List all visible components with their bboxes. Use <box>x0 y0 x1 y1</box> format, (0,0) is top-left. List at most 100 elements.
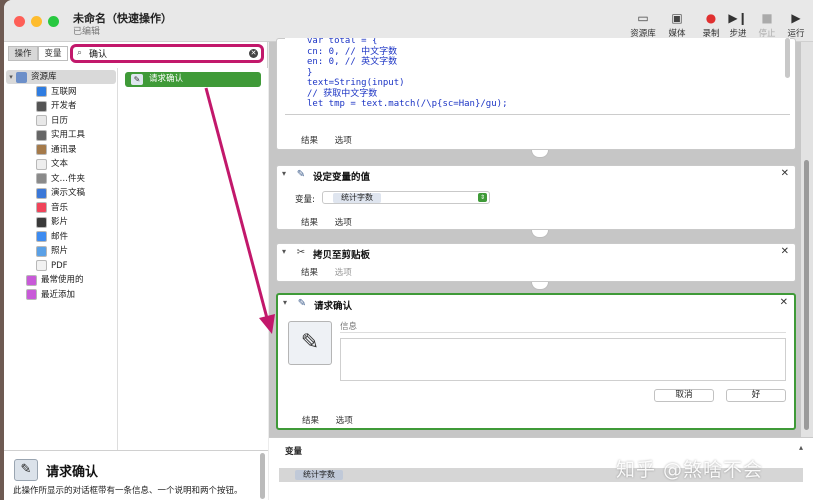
tools-icon <box>36 100 47 112</box>
search-input[interactable] <box>89 47 239 60</box>
explanation-field[interactable] <box>340 338 786 381</box>
library-category-label: 影片 <box>51 217 69 227</box>
collapse-chevron-icon[interactable]: ▾ <box>283 298 287 307</box>
tab-variables[interactable]: 变量 <box>38 46 68 61</box>
message-field[interactable] <box>340 321 786 333</box>
results-toggle[interactable]: 结果 <box>301 136 318 146</box>
library-category-item[interactable]: 开发者 <box>36 99 77 113</box>
code-line: en: 0, // 英文字数 <box>307 57 398 67</box>
ask-confirmation-icon: ✎ <box>131 74 143 85</box>
card-header: ▾ ✂ 拷贝至剪贴板 ✕ <box>277 244 795 262</box>
library-category-item[interactable]: 最常使用的 <box>26 273 84 287</box>
card-footer: 结果 选项 <box>302 414 367 426</box>
library-icon <box>16 71 27 83</box>
photos-icon <box>36 245 47 257</box>
close-window-button[interactable] <box>14 16 25 27</box>
script-scrollbar[interactable] <box>785 38 790 78</box>
variable-chip[interactable]: 统计字数 <box>295 470 343 480</box>
run-icon: ▶ <box>791 11 801 25</box>
utilities-icon <box>36 129 47 141</box>
script-action-card: var total = {cn: 0, // 中文字数 en: 0, // 英文字… <box>276 38 796 150</box>
library-category-label: 最常使用的 <box>41 275 84 285</box>
search-box[interactable]: ⌕ ✕ <box>70 44 264 63</box>
library-category-label: 最近添加 <box>41 289 76 300</box>
library-category-item[interactable]: 文本 <box>36 157 68 171</box>
cancel-button[interactable]: 取消 <box>654 389 714 402</box>
options-toggle[interactable]: 选项 <box>336 416 353 426</box>
library-category-item[interactable]: 影片 <box>36 215 68 229</box>
collapse-chevron-icon[interactable]: ▴ <box>799 443 803 452</box>
ok-button[interactable]: 好 <box>726 389 786 402</box>
library-category-label: 邮件 <box>51 231 69 242</box>
folder-icon <box>36 173 47 184</box>
toolbar-button-library[interactable]: ▭ 资源库 <box>625 9 661 41</box>
options-toggle[interactable]: 选项 <box>335 136 352 146</box>
library-category-label: 文…件夹 <box>51 173 86 184</box>
toolbar-button-media[interactable]: ▣ 媒体 <box>659 9 695 41</box>
card-connector <box>531 282 549 290</box>
most-used-icon <box>26 274 37 286</box>
card-title: 请求确认 <box>314 301 353 312</box>
globe-icon <box>36 86 47 97</box>
options-toggle[interactable]: 选项 <box>335 218 352 228</box>
tab-actions[interactable]: 操作 <box>8 46 38 61</box>
close-icon[interactable]: ✕ <box>781 246 789 257</box>
library-category-item[interactable]: 演示文稿 <box>36 186 85 200</box>
library-category-label: 音乐 <box>51 202 69 213</box>
dialog-icon-well[interactable]: ✎ <box>288 321 332 365</box>
collapse-chevron-icon[interactable]: ▾ <box>282 169 286 178</box>
options-toggle[interactable]: 选项 <box>335 268 352 278</box>
action-item-label: 请求确认 <box>149 74 184 84</box>
description-title: 请求确认 <box>46 465 99 480</box>
disclosure-open-icon[interactable]: ▾ <box>6 70 16 84</box>
card-header: ▾ ✎ 设定变量的值 ✕ <box>277 166 795 184</box>
library-category-item[interactable]: 照片 <box>36 244 68 258</box>
description-scrollbar[interactable] <box>260 453 265 499</box>
workflow-scrollbar[interactable] <box>801 42 813 437</box>
code-line: } <box>307 67 313 78</box>
music-icon <box>36 202 47 213</box>
description-text: 此操作所显示的对话框带有一条信息、一个说明和两个按钮。 <box>13 486 243 496</box>
results-toggle[interactable]: 结果 <box>301 268 318 278</box>
library-category-item[interactable]: 音乐 <box>36 201 68 215</box>
library-category-label: 开发者 <box>51 101 77 111</box>
action-item-ask-confirmation[interactable]: ✎ 请求确认 <box>125 72 261 87</box>
results-toggle[interactable]: 结果 <box>301 218 318 228</box>
close-icon[interactable]: ✕ <box>780 297 788 308</box>
library-root[interactable]: ▾ 资源库 <box>6 70 116 84</box>
media-icon: ▣ <box>671 11 683 25</box>
library-category-item[interactable]: 日历 <box>36 114 68 128</box>
close-icon[interactable]: ✕ <box>781 168 789 179</box>
library-category-item[interactable]: 实用工具 <box>36 128 85 142</box>
library-category-item[interactable]: 邮件 <box>36 230 68 244</box>
collapse-chevron-icon[interactable]: ▾ <box>282 247 286 256</box>
library-segmented-control: 操作 变量 <box>8 46 68 61</box>
library-category-item[interactable]: 通讯录 <box>36 143 77 157</box>
scrollbar-thumb[interactable] <box>804 160 809 430</box>
library-category-item[interactable]: 互联网 <box>36 85 77 99</box>
variable-popup[interactable]: 统计字数 ⇕ <box>322 191 490 204</box>
ask-confirmation-large-icon: ✎ <box>14 459 38 481</box>
library-category-item[interactable]: 文…件夹 <box>36 172 85 186</box>
text-icon <box>36 158 47 170</box>
results-toggle[interactable]: 结果 <box>302 416 319 426</box>
clear-search-icon[interactable]: ✕ <box>249 49 258 58</box>
library-category-item[interactable]: 最近添加 <box>26 288 75 302</box>
recently-added-icon <box>26 289 37 300</box>
card-title: 设定变量的值 <box>313 172 371 183</box>
library-root-label: 资源库 <box>31 72 57 82</box>
code-line: cn: 0, // 中文字数 <box>307 46 398 57</box>
toolbar-button-run[interactable]: ▶ 运行 <box>778 9 813 41</box>
copy-to-clipboard-card: ▾ ✂ 拷贝至剪贴板 ✕ 结果 选项 <box>276 243 796 282</box>
zoom-window-button[interactable] <box>48 16 59 27</box>
library-category-label: 实用工具 <box>51 130 86 140</box>
variable-token: 统计字数 <box>333 193 381 203</box>
popup-arrows-icon: ⇕ <box>478 193 487 202</box>
card-title: 拷贝至剪贴板 <box>313 250 371 261</box>
library-category-label: 通讯录 <box>51 144 77 155</box>
library-category-item[interactable]: PDF <box>36 259 68 273</box>
minimize-window-button[interactable] <box>31 16 42 27</box>
script-editor[interactable]: var total = {cn: 0, // 中文字数 en: 0, // 英文字… <box>285 38 790 115</box>
description-pane: ✎ 请求确认 此操作所显示的对话框带有一条信息、一个说明和两个按钮。 <box>4 450 268 500</box>
card-header: ▾ ✎ 请求确认 ✕ <box>278 295 794 313</box>
